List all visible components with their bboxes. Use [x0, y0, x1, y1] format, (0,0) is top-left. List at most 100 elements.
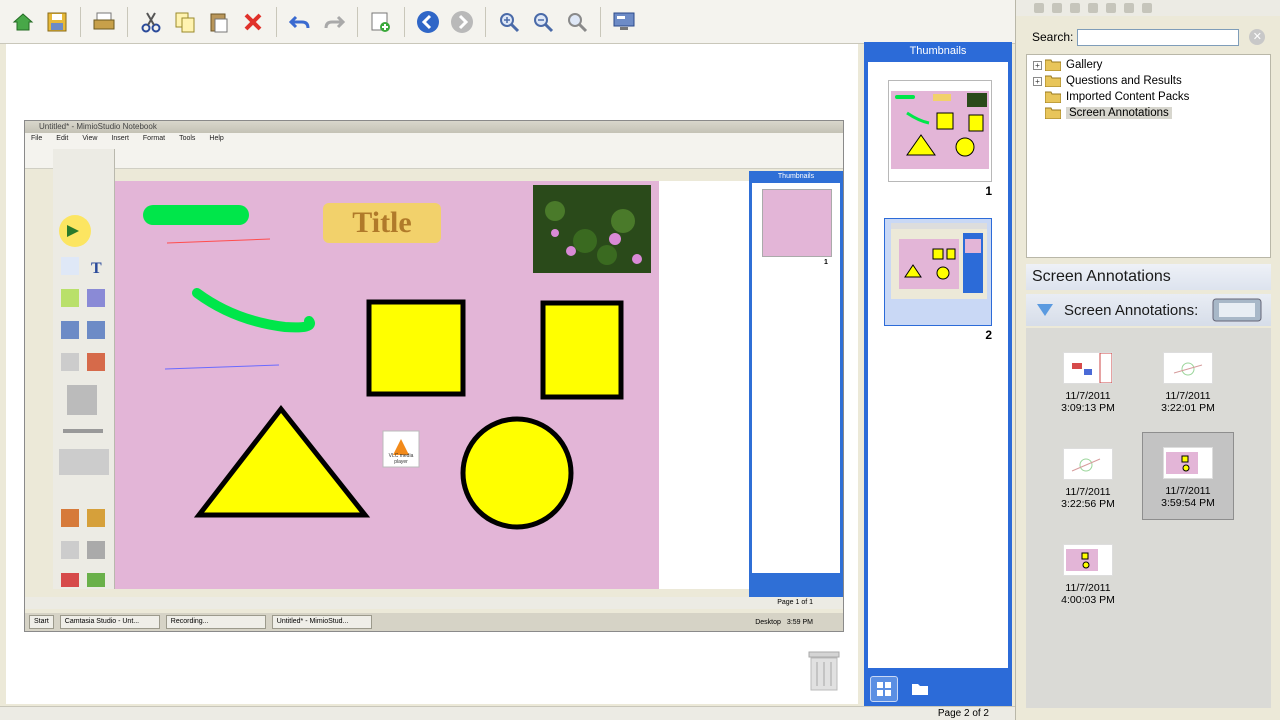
toolbar-separator [80, 6, 81, 37]
collapse-icon[interactable] [1036, 303, 1054, 317]
tree-item-gallery[interactable]: + Gallery [1033, 57, 1102, 73]
gallery-tool-icon[interactable] [1052, 3, 1062, 13]
embedded-screen-capture[interactable]: Untitled* - MimioStudio Notebook File Ed… [24, 120, 844, 632]
thumbnail-page-2[interactable]: 2 [884, 218, 992, 342]
annotation-list: 11/7/2011 3:09:13 PM 11/7/2011 3:22:01 P… [1026, 328, 1271, 708]
annotation-item[interactable]: 11/7/2011 3:22:01 PM [1142, 346, 1234, 434]
annotation-time: 3:22:56 PM [1061, 498, 1115, 510]
screen-annotations-subheader[interactable]: Screen Annotations: [1026, 294, 1271, 326]
thumbnails-footer [864, 672, 1012, 706]
annotation-time: 3:09:13 PM [1061, 402, 1115, 414]
embedded-window-title: Untitled* - MimioStudio Notebook [25, 121, 843, 133]
annotation-date: 11/7/2011 [1165, 485, 1211, 497]
zoom-in-icon[interactable] [494, 7, 524, 37]
print-icon[interactable] [89, 7, 119, 37]
folder-view-icon[interactable] [906, 676, 934, 702]
annotation-date: 11/7/2011 [1165, 390, 1211, 402]
embedded-menu-item: Tools [179, 135, 196, 142]
redo-icon[interactable] [319, 7, 349, 37]
gallery-tool-icon[interactable] [1088, 3, 1098, 13]
gallery-tool-icon[interactable] [1106, 3, 1116, 13]
toolbar-separator [600, 6, 601, 37]
page-indicator: Page 2 of 2 [937, 708, 989, 719]
embedded-taskbar: Start Camtasia Studio - Unt... Recording… [25, 613, 843, 631]
annotation-date: 11/7/2011 [1065, 582, 1111, 594]
home-icon[interactable] [8, 7, 38, 37]
zoom-out-icon[interactable] [528, 7, 558, 37]
annotation-date: 11/7/2011 [1065, 390, 1111, 402]
taskbar-item: Camtasia Studio - Unt... [59, 615, 160, 629]
back-icon[interactable] [413, 7, 443, 37]
screen-annotations-header: Screen Annotations [1026, 264, 1271, 290]
embedded-pink-page: Title VLC media player [115, 181, 659, 589]
gallery-tool-icon[interactable] [1142, 3, 1152, 13]
trash-icon[interactable] [806, 648, 842, 692]
expand-icon[interactable]: + [1033, 76, 1042, 86]
annotation-item-selected[interactable]: 11/7/2011 3:59:54 PM [1142, 432, 1234, 520]
yellow-square-left [366, 299, 466, 397]
embedded-menu-bar: File Edit View Insert Format Tools Help [25, 133, 843, 145]
thumbnail-frame [888, 80, 992, 182]
copy-icon[interactable] [170, 7, 200, 37]
yellow-triangle [193, 404, 371, 518]
thumbnails-header: Thumbnails [909, 45, 967, 57]
forward-icon[interactable] [447, 7, 477, 37]
svg-text:T: T [91, 260, 102, 277]
tree-item-label: Gallery [1066, 59, 1103, 71]
subheader-label: Screen Annotations: [1064, 301, 1199, 319]
annotation-date: 11/7/2011 [1065, 486, 1111, 498]
annotation-item[interactable]: 11/7/2011 4:00:03 PM [1042, 538, 1134, 626]
annotation-item[interactable]: 11/7/2011 3:09:13 PM [1042, 346, 1134, 434]
gallery-tool-icon[interactable] [1124, 3, 1134, 13]
annotation-time: 3:22:01 PM [1161, 402, 1215, 414]
folder-icon [1045, 91, 1061, 103]
tree-item-imported[interactable]: Imported Content Packs [1033, 89, 1189, 105]
taskbar-start: Start [29, 615, 54, 629]
vlc-label: VLC media player [388, 453, 414, 465]
thumbnails-list[interactable]: 1 2 [868, 62, 1008, 668]
toolbar-separator [127, 6, 128, 37]
folder-icon [1045, 59, 1061, 71]
green-pill-shape [143, 205, 249, 225]
slide-title-text: Title [352, 206, 412, 239]
undo-icon[interactable] [285, 7, 315, 37]
embedded-thumbs-list: 1 [752, 183, 840, 573]
tree-item-label: Questions and Results [1066, 75, 1182, 87]
folder-icon [1045, 75, 1061, 87]
gallery-panel: Search: ✕ + Gallery + Questions and Resu… [1015, 0, 1280, 720]
thumbnail-view-icon[interactable] [870, 676, 898, 702]
embedded-thumbs-header: Thumbnails [777, 173, 815, 180]
expand-icon[interactable]: + [1033, 60, 1042, 70]
gallery-tool-icon[interactable] [1034, 3, 1044, 13]
annotation-time: 3:59:54 PM [1161, 497, 1215, 509]
search-input[interactable] [1077, 28, 1240, 46]
annotation-thumbnail [1163, 352, 1213, 384]
tree-item-questions[interactable]: + Questions and Results [1033, 73, 1182, 89]
annotation-thumbnail [1063, 352, 1113, 384]
new-page-icon[interactable] [366, 7, 396, 37]
gallery-tool-icon[interactable] [1070, 3, 1080, 13]
delete-icon[interactable] [238, 7, 268, 37]
embedded-menu-item: Format [142, 135, 166, 142]
screen-icon[interactable] [609, 7, 639, 37]
screen-annotation-icon [1212, 298, 1262, 322]
annotation-time: 4:00:03 PM [1061, 594, 1115, 606]
tree-item-label: Imported Content Packs [1066, 91, 1190, 103]
taskbar-desktop: Desktop [755, 618, 781, 626]
save-icon[interactable] [42, 7, 72, 37]
annotation-item[interactable]: 11/7/2011 3:22:56 PM [1042, 442, 1134, 530]
thumbnails-panel: Thumbnails 1 2 [864, 42, 1012, 706]
thumbnail-page-1[interactable]: 1 [888, 80, 992, 198]
thumbnail-number: 2 [985, 328, 992, 342]
paste-icon[interactable] [204, 7, 234, 37]
embedded-thumb-number: 1 [824, 259, 828, 266]
thumbnail-frame-selected [884, 218, 992, 326]
taskbar-item: Untitled* - MimioStud... [271, 615, 372, 629]
folder-icon [1045, 107, 1061, 119]
embedded-status-bar: Page 1 of 1 [25, 597, 843, 609]
cut-icon[interactable] [136, 7, 166, 37]
embedded-menu-item: Edit [56, 135, 69, 142]
clear-search-icon[interactable]: ✕ [1249, 29, 1266, 45]
zoom-fit-icon[interactable] [562, 7, 592, 37]
tree-item-screen-annotations[interactable]: Screen Annotations [1033, 105, 1172, 121]
